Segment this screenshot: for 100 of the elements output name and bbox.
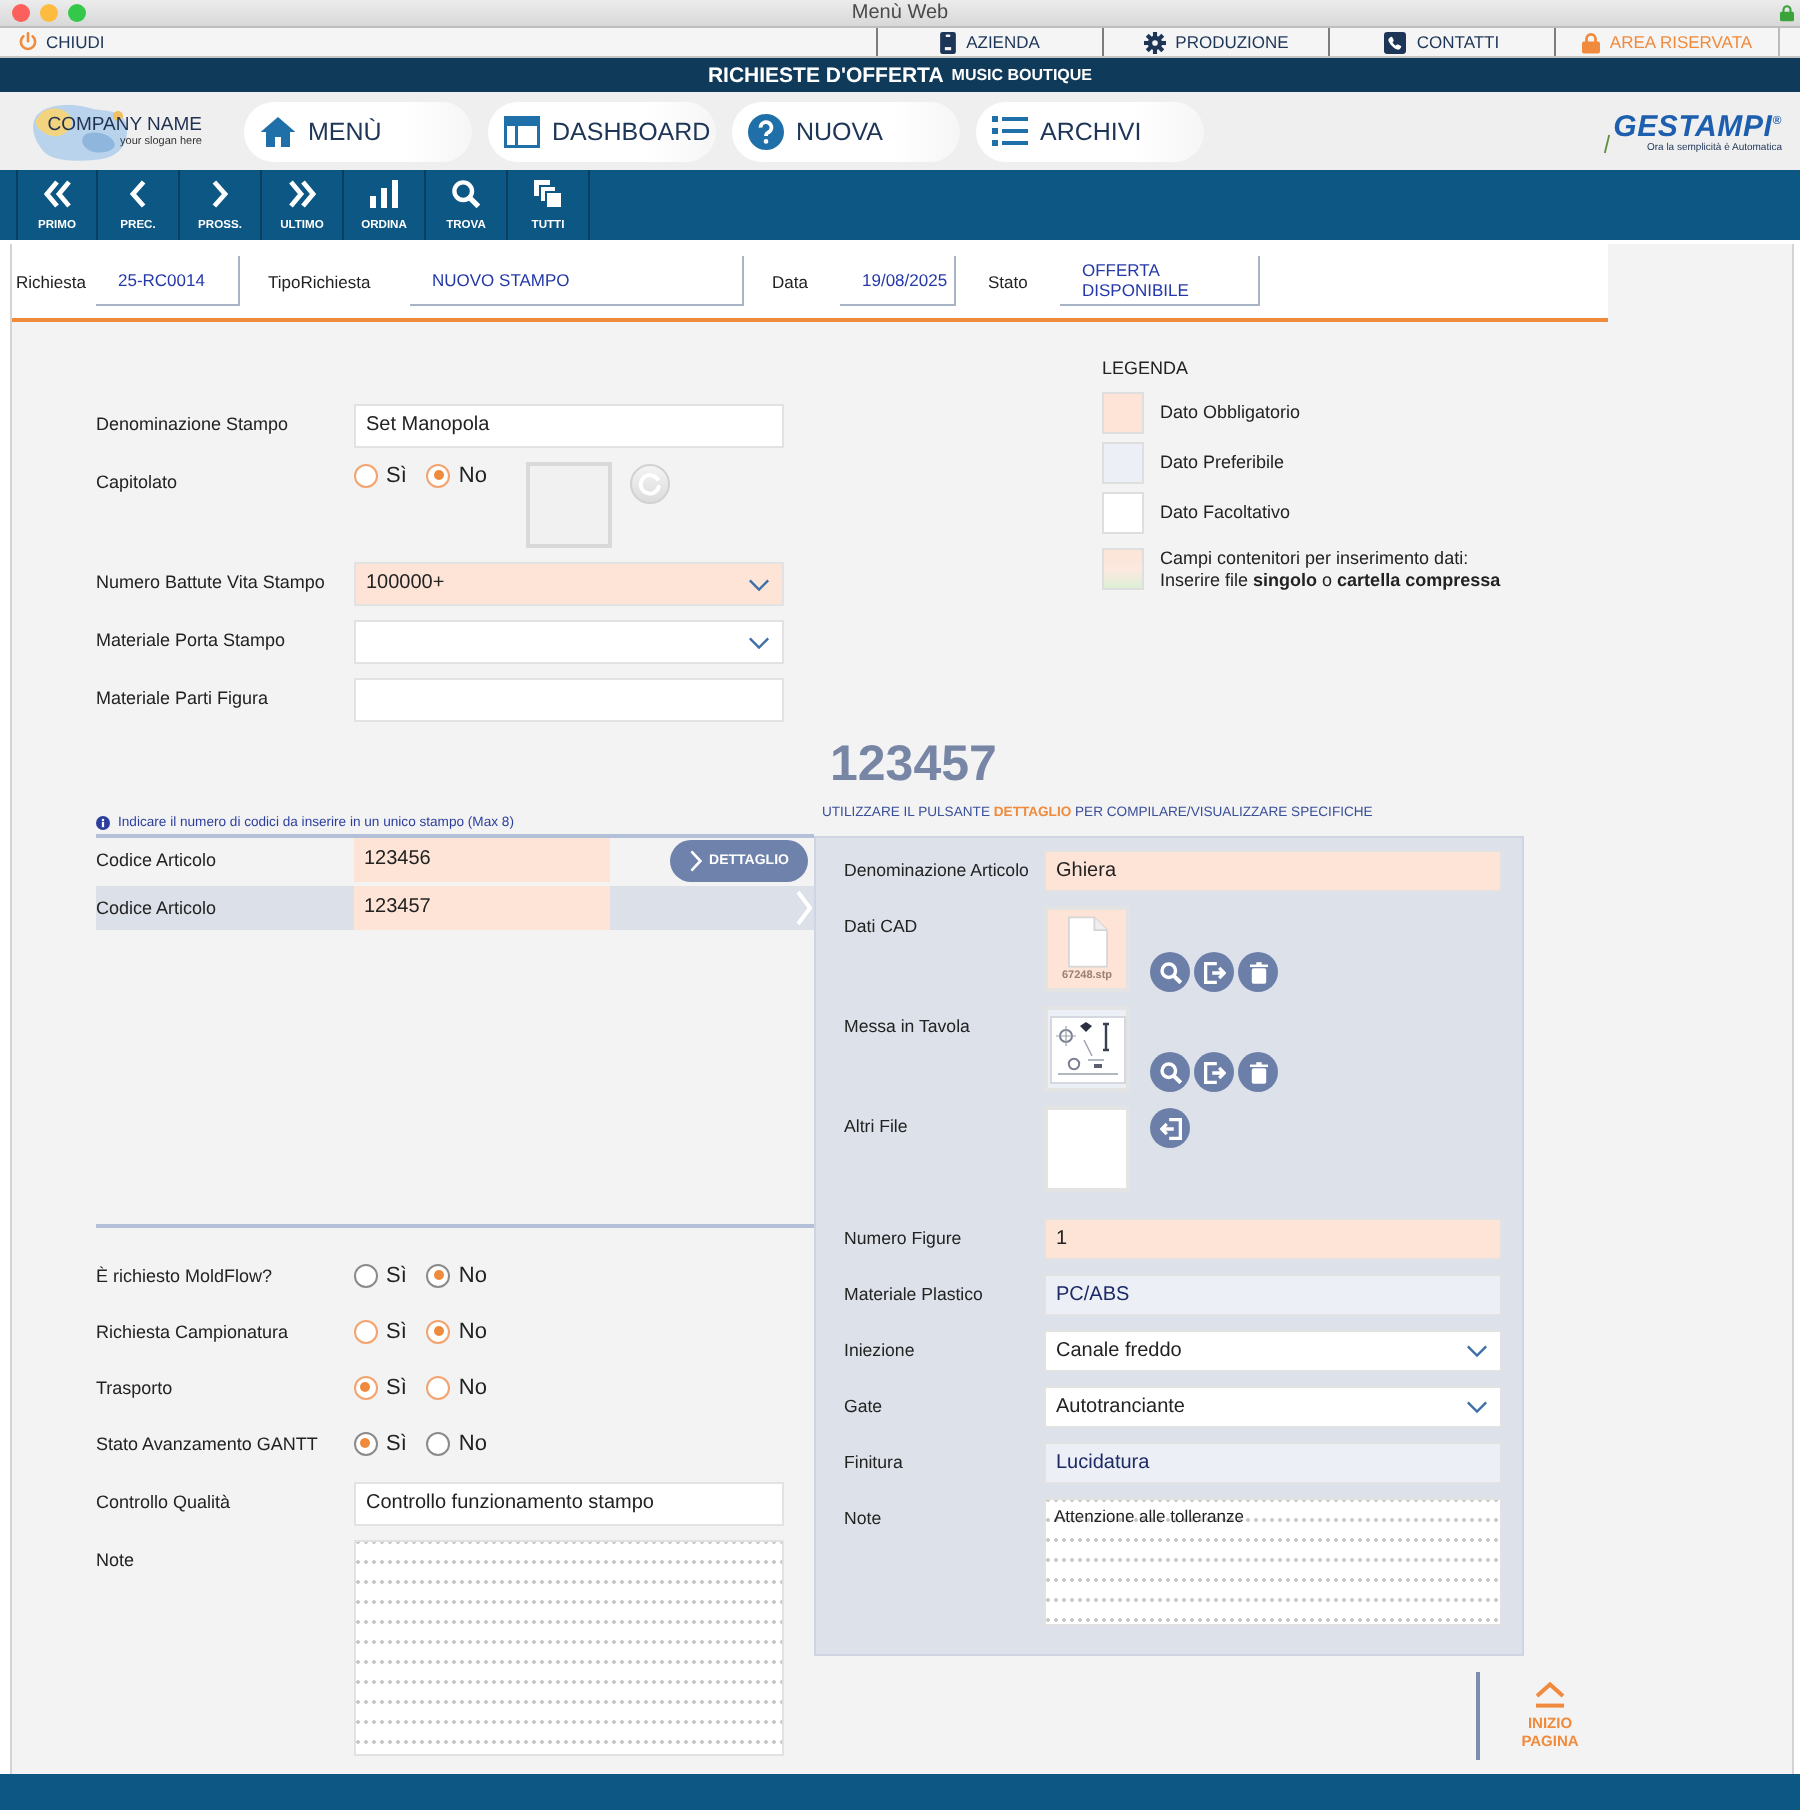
chevron-right-icon <box>689 849 702 871</box>
header-field[interactable]: 25-RC0014 <box>96 256 240 306</box>
chevron-left-icon <box>130 179 146 207</box>
delete-button[interactable] <box>1238 952 1278 992</box>
field-label: Denominazione Stampo <box>96 412 291 436</box>
top-menu-link[interactable]: PRODUZIONE <box>1102 28 1328 56</box>
radio-option[interactable]: No <box>426 1320 487 1344</box>
chevron-right-icon <box>212 179 228 207</box>
document-icon <box>1067 916 1107 968</box>
field-label: Controllo Qualità <box>96 1490 233 1514</box>
header-field[interactable]: NUOVO STAMPO <box>410 256 744 306</box>
radio-option[interactable]: No <box>426 1264 487 1288</box>
dropdown-field[interactable]: Canale freddo <box>1044 1330 1502 1372</box>
nav-button[interactable]: DASHBOARD <box>488 101 716 161</box>
export-button[interactable] <box>1194 952 1234 992</box>
text-field[interactable]: 123456 <box>354 838 610 882</box>
radio-option[interactable]: Sì <box>354 1264 407 1288</box>
legend-label: Dato Facoltativo <box>1160 502 1291 524</box>
nav-button[interactable]: MENÙ <box>244 101 472 161</box>
lock-icon <box>1780 4 1794 22</box>
double-chevron-right-icon <box>288 179 316 207</box>
field-label: Messa in Tavola <box>844 1014 972 1038</box>
radio-option[interactable]: Sì <box>354 1432 407 1456</box>
article-code-row[interactable]: Codice Articolo 123457 <box>96 886 814 930</box>
chevron-down-icon <box>748 577 770 591</box>
dropdown-field[interactable]: 100000+ <box>354 562 784 606</box>
text-field[interactable]: 1 <box>1044 1218 1502 1260</box>
radio-option[interactable]: No <box>426 1432 487 1456</box>
text-field[interactable]: Ghiera <box>1044 850 1502 892</box>
text-field[interactable]: 123457 <box>354 886 610 930</box>
field-label: Iniezione <box>844 1338 917 1362</box>
legend-label: Campi contenitori per inserimento dati: <box>1160 547 1471 569</box>
export-icon <box>1203 961 1225 983</box>
text-field[interactable]: Lucidatura <box>1044 1442 1502 1484</box>
info-icon <box>96 815 110 829</box>
house-icon <box>260 115 296 147</box>
trash-icon <box>1249 961 1267 983</box>
help-icon <box>748 113 784 149</box>
legend-note: Inserire file singolo o cartella compressa <box>1160 569 1501 591</box>
minimize-window-icon[interactable] <box>40 4 58 22</box>
field-label: Gate <box>844 1394 885 1418</box>
search-icon <box>1159 1061 1181 1083</box>
dashboard-icon <box>504 115 540 147</box>
field-label: Stato Avanzamento GANTT <box>96 1433 320 1455</box>
top-menu-link[interactable]: AZIENDA <box>876 28 1102 56</box>
technical-drawing-icon <box>1049 1015 1125 1083</box>
header-field[interactable]: 19/08/2025 <box>840 256 956 306</box>
field-label: Altri File <box>844 1114 910 1138</box>
brand-name: GESTAMPI$^{®}$ <box>1613 108 1782 142</box>
page-title: RICHIESTE D'OFFERTA <box>707 63 944 87</box>
trash-icon <box>1249 1061 1267 1083</box>
field-label: Codice Articolo <box>96 850 219 870</box>
file-thumbnail[interactable] <box>1044 1006 1130 1092</box>
zoom-window-icon[interactable] <box>68 4 86 22</box>
dropdown-field[interactable] <box>354 620 784 664</box>
export-icon <box>1203 1061 1225 1083</box>
radio-option[interactable]: No <box>426 1376 487 1400</box>
window-title: Menù Web <box>849 0 951 26</box>
round-button[interactable] <box>630 464 670 504</box>
top-menu-link[interactable]: CONTATTI <box>1328 28 1554 56</box>
file-slot[interactable] <box>1044 1106 1130 1192</box>
field-label: È richiesto MoldFlow? <box>96 1265 275 1287</box>
close-window-icon[interactable] <box>12 4 30 22</box>
notes-field[interactable] <box>354 1540 784 1756</box>
double-chevron-left-icon <box>43 179 71 207</box>
radio-option[interactable]: Sì <box>354 1320 407 1344</box>
field-label: Materiale Porta Stampo <box>96 628 288 652</box>
export-button[interactable] <box>1194 1052 1234 1092</box>
file-slot[interactable] <box>526 462 612 548</box>
field-label: TipoRichiesta <box>268 271 373 291</box>
text-field[interactable]: Controllo funzionamento stampo <box>354 1482 784 1526</box>
close-button[interactable]: CHIUDI <box>0 28 105 56</box>
legend-label: Dato Obbligatorio <box>1160 402 1301 424</box>
nav-button[interactable]: NUOVA <box>732 101 960 161</box>
lock-icon <box>1581 31 1600 53</box>
nav-button[interactable]: ARCHIVI <box>976 101 1204 161</box>
text-field[interactable] <box>354 678 784 722</box>
view-button[interactable] <box>1150 952 1190 992</box>
field-label: Finitura <box>844 1450 905 1474</box>
view-button[interactable] <box>1150 1052 1190 1092</box>
header-field[interactable]: OFFERTA DISPONIBILE <box>1060 256 1260 306</box>
delete-button[interactable] <box>1238 1052 1278 1092</box>
import-icon <box>1159 1117 1181 1139</box>
field-label: Numero Battute Vita Stampo <box>96 570 327 594</box>
field-label: Materiale Parti Figura <box>96 686 271 710</box>
text-field[interactable]: PC/ABS <box>1044 1274 1502 1316</box>
import-button[interactable] <box>1150 1108 1190 1148</box>
stacked-squares-icon <box>534 179 562 207</box>
field-label: Dati CAD <box>844 914 920 938</box>
dropdown-field[interactable]: Autotranciante <box>1044 1386 1502 1428</box>
article-code-heading: 123457 <box>830 736 999 792</box>
notes-field[interactable]: Attenzione alle tolleranze <box>1044 1498 1502 1626</box>
field-label: Richiesta <box>16 271 88 291</box>
radio-option[interactable]: No <box>426 464 487 488</box>
radio-option[interactable]: Sì <box>354 1376 407 1400</box>
radio-option[interactable]: Sì <box>354 464 407 488</box>
field-label: Data <box>772 271 810 291</box>
text-field[interactable]: Set Manopola <box>354 404 784 448</box>
search-icon <box>1159 961 1181 983</box>
field-label: Note <box>96 1548 137 1572</box>
